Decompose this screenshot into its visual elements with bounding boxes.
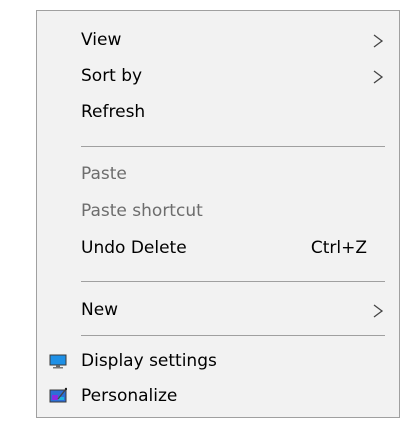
menu-item-paste[interactable]: Paste [37, 157, 399, 191]
chevron-right-icon [373, 304, 384, 318]
menu-item-new[interactable]: New [37, 293, 399, 327]
chevron-right-icon [373, 70, 384, 84]
menu-item-paste-label: Paste [81, 164, 127, 184]
menu-item-refresh-label: Refresh [81, 102, 146, 122]
menu-separator [81, 281, 385, 282]
menu-item-display-settings-label: Display settings [81, 351, 217, 371]
menu-item-view-label: View [81, 30, 122, 50]
menu-item-paste-shortcut[interactable]: Paste shortcut [37, 194, 399, 228]
menu-item-undo-delete-label: Undo Delete [81, 238, 187, 258]
menu-item-refresh[interactable]: Refresh [37, 95, 399, 129]
menu-item-paste-shortcut-label: Paste shortcut [81, 201, 203, 221]
menu-item-sort-by-label: Sort by [81, 66, 143, 86]
display-settings-icon [49, 354, 67, 369]
menu-item-undo-delete[interactable]: Undo Delete Ctrl+Z [37, 231, 399, 265]
personalize-icon [49, 387, 67, 403]
desktop-context-menu: View Sort by Refresh Paste Paste shortcu… [36, 10, 400, 418]
menu-item-personalize[interactable]: Personalize [37, 379, 399, 413]
menu-separator [81, 335, 385, 336]
menu-item-personalize-label: Personalize [81, 386, 178, 406]
undo-delete-shortcut: Ctrl+Z [310, 238, 367, 258]
chevron-right-icon [373, 34, 384, 48]
menu-item-sort-by[interactable]: Sort by [37, 59, 399, 93]
menu-item-new-label: New [81, 300, 119, 320]
menu-item-display-settings[interactable]: Display settings [37, 344, 399, 378]
menu-item-view[interactable]: View [37, 23, 399, 57]
menu-separator [81, 146, 385, 147]
